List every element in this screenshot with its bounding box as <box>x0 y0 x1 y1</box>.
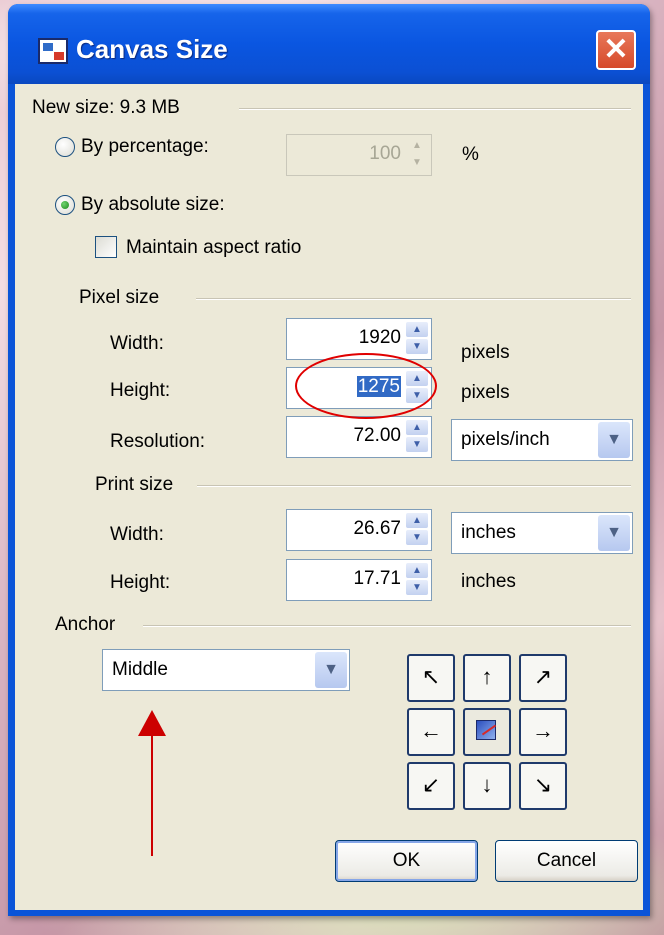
maintain-aspect-ratio-checkbox[interactable] <box>95 236 117 258</box>
pixel-width-value: 1920 <box>358 327 401 348</box>
spin-up-icon[interactable]: ▲ <box>406 563 428 578</box>
print-size-divider <box>197 485 631 487</box>
canvas-size-icon <box>38 38 68 64</box>
pixel-height-unit: pixels <box>461 382 510 403</box>
anchor-select[interactable]: Middle ▼ <box>102 649 350 691</box>
spin-down-icon[interactable]: ▼ <box>406 155 428 170</box>
spin-down-icon[interactable]: ▼ <box>406 530 428 545</box>
ok-button[interactable]: OK <box>335 840 478 882</box>
anchor-top-right-button[interactable]: ↗ <box>519 654 567 702</box>
print-height-unit: inches <box>461 571 516 592</box>
annotation-ellipse <box>295 353 437 419</box>
chevron-down-icon[interactable]: ▼ <box>598 515 630 551</box>
print-width-unit-value: inches <box>461 522 516 543</box>
dialog-title: Canvas Size <box>76 34 228 64</box>
chevron-down-icon[interactable]: ▼ <box>598 422 630 458</box>
spin-up-icon[interactable]: ▲ <box>406 322 428 337</box>
dialog-body: New size: 9.3 MB By percentage: 100 ▲ ▼ … <box>15 84 643 910</box>
pixel-size-divider <box>196 298 631 300</box>
anchor-bottom-button[interactable]: ↓ <box>463 762 511 810</box>
pixel-width-spinner[interactable]: ▲ ▼ <box>406 322 428 354</box>
by-percentage-radio[interactable] <box>55 137 75 157</box>
print-width-label: Width: <box>110 524 164 545</box>
anchor-bottom-left-button[interactable]: ↙ <box>407 762 455 810</box>
pixel-size-header: Pixel size <box>79 287 160 308</box>
pixel-width-unit: pixels <box>461 342 510 363</box>
close-button[interactable]: ✕ <box>596 30 636 70</box>
new-size-divider <box>239 108 631 110</box>
spin-down-icon[interactable]: ▼ <box>406 437 428 452</box>
anchor-divider <box>143 625 631 627</box>
anchor-middle-button[interactable] <box>463 708 511 756</box>
cancel-button[interactable]: Cancel <box>495 840 638 882</box>
anchor-selected-value: Middle <box>112 659 168 680</box>
anchor-top-button[interactable]: ↑ <box>463 654 511 702</box>
print-width-value: 26.67 <box>353 518 401 539</box>
maintain-aspect-ratio-label: Maintain aspect ratio <box>126 237 302 258</box>
print-size-header: Print size <box>95 474 174 495</box>
canvas-size-dialog: Canvas Size ✕ New size: 9.3 MB By percen… <box>8 4 650 916</box>
anchor-header: Anchor <box>55 614 116 635</box>
anchor-right-button[interactable]: → <box>519 708 567 756</box>
new-size-label: New size: 9.3 MB <box>32 97 180 118</box>
by-absolute-size-label: By absolute size: <box>81 194 225 215</box>
print-height-value: 17.71 <box>353 568 401 589</box>
resolution-unit-value: pixels/inch <box>461 429 550 450</box>
pixel-height-label: Height: <box>110 380 171 401</box>
spin-up-icon[interactable]: ▲ <box>406 420 428 435</box>
anchor-left-button[interactable]: ← <box>407 708 455 756</box>
resolution-spinner[interactable]: ▲ ▼ <box>406 420 428 452</box>
print-height-spinner[interactable]: ▲ ▼ <box>406 563 428 595</box>
chevron-down-icon[interactable]: ▼ <box>315 652 347 688</box>
spin-up-icon[interactable]: ▲ <box>406 138 428 153</box>
spin-down-icon[interactable]: ▼ <box>406 339 428 354</box>
resolution-input[interactable]: 72.00 ▲ ▼ <box>286 416 432 458</box>
resolution-unit-select[interactable]: pixels/inch ▼ <box>451 419 633 461</box>
by-absolute-size-radio[interactable] <box>55 195 75 215</box>
percentage-value: 100 <box>369 143 401 164</box>
print-width-unit-select[interactable]: inches ▼ <box>451 512 633 554</box>
image-anchor-icon <box>476 720 496 740</box>
percentage-input[interactable]: 100 ▲ ▼ <box>286 134 432 176</box>
anchor-top-left-button[interactable]: ↖ <box>407 654 455 702</box>
print-width-input[interactable]: 26.67 ▲ ▼ <box>286 509 432 551</box>
print-height-label: Height: <box>110 572 171 593</box>
print-height-input[interactable]: 17.71 ▲ ▼ <box>286 559 432 601</box>
anchor-bottom-right-button[interactable]: ↘ <box>519 762 567 810</box>
print-width-spinner[interactable]: ▲ ▼ <box>406 513 428 545</box>
annotation-arrow-line <box>151 730 153 856</box>
percentage-spinner[interactable]: ▲ ▼ <box>406 138 428 170</box>
pixel-width-label: Width: <box>110 333 164 354</box>
spin-down-icon[interactable]: ▼ <box>406 580 428 595</box>
resolution-label: Resolution: <box>110 431 206 452</box>
percentage-unit: % <box>462 144 479 165</box>
title-bar[interactable]: Canvas Size ✕ <box>8 4 650 84</box>
resolution-value: 72.00 <box>353 425 401 446</box>
spin-up-icon[interactable]: ▲ <box>406 513 428 528</box>
by-percentage-label: By percentage: <box>81 136 209 157</box>
